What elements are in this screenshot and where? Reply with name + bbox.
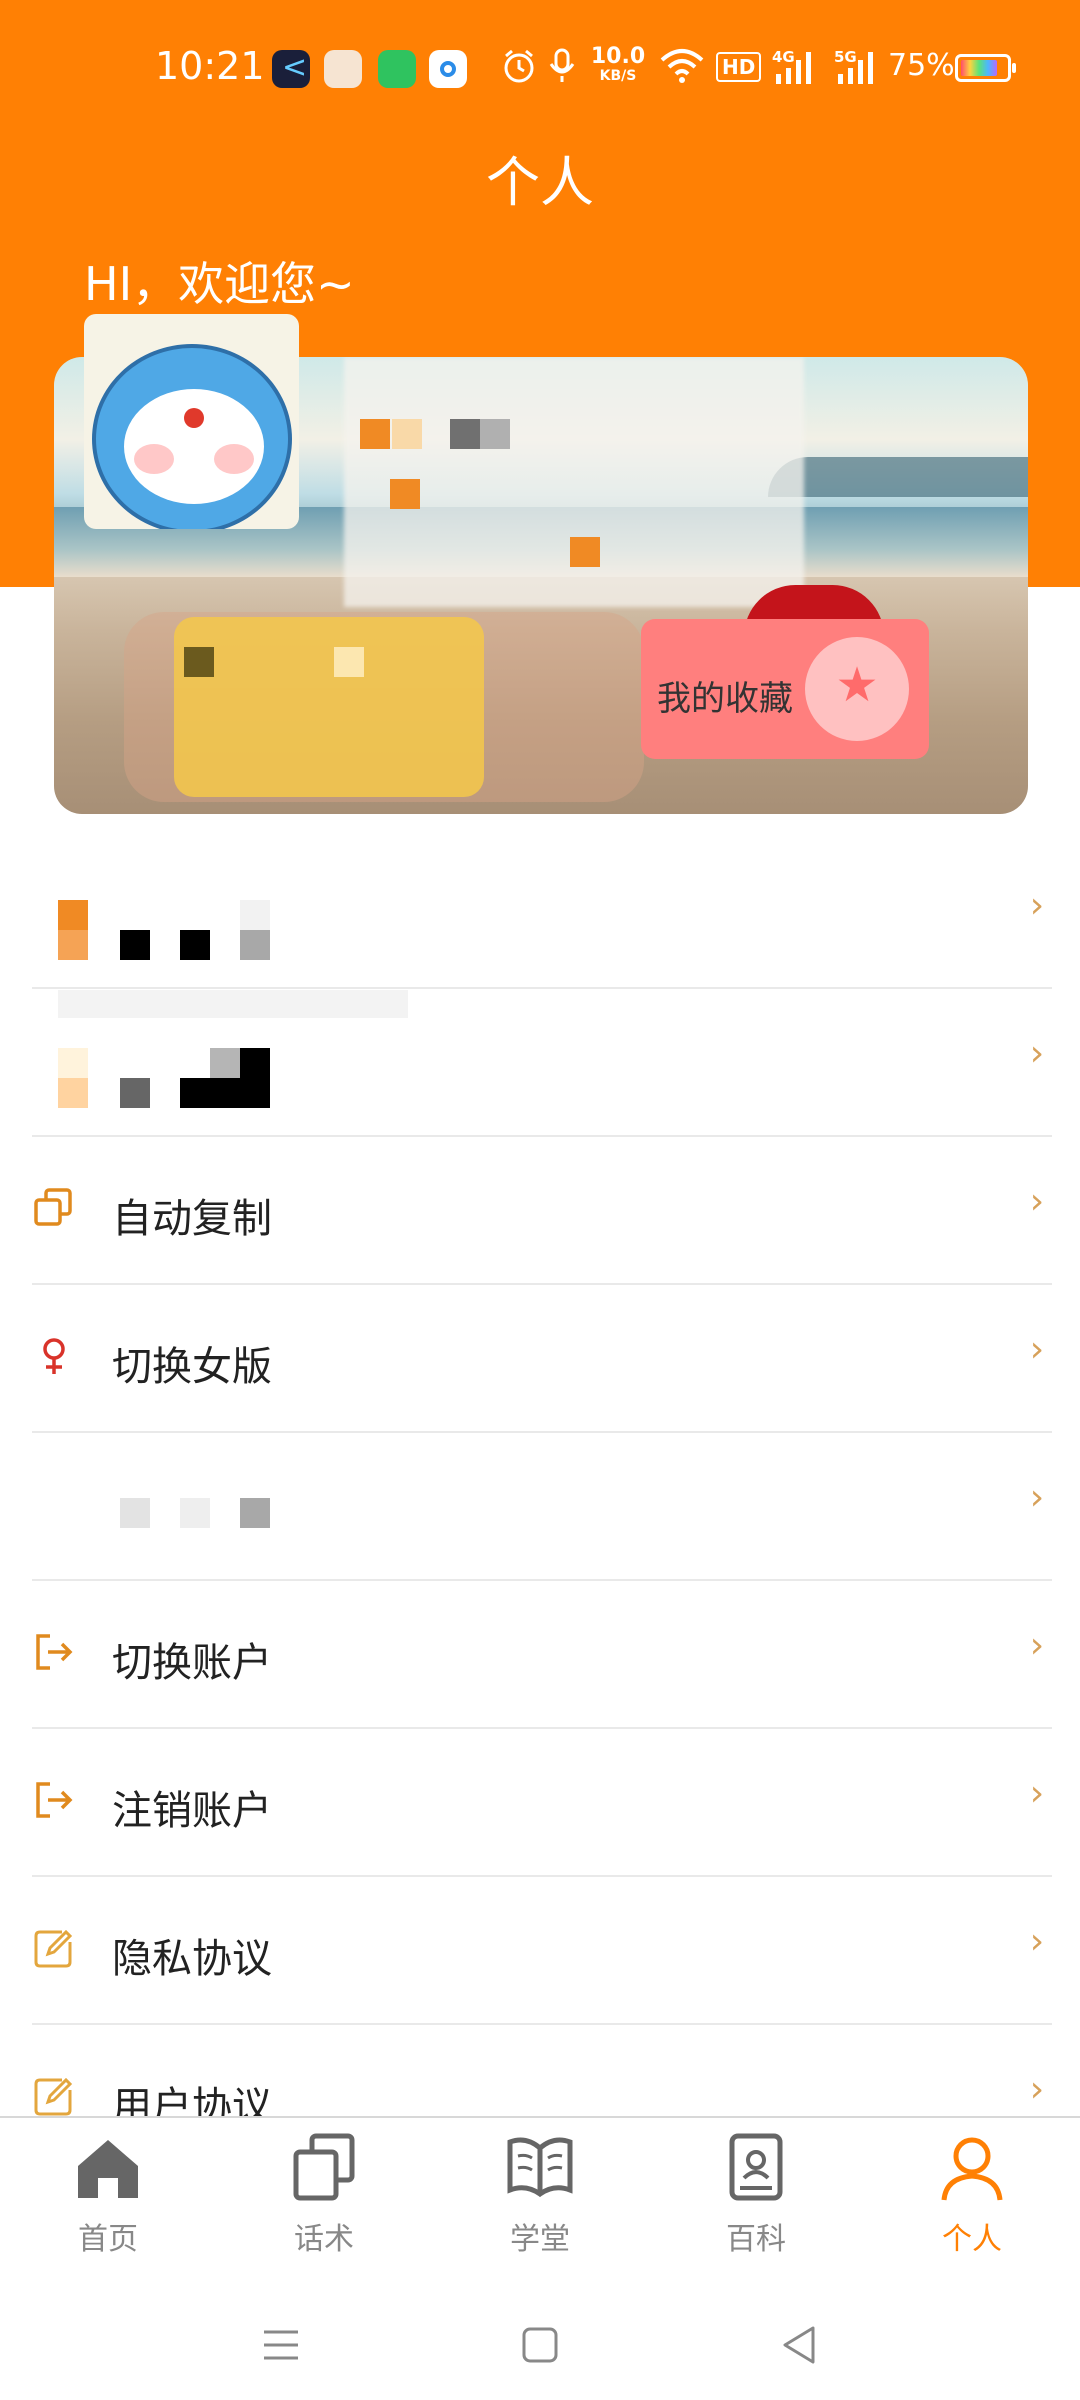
chevron-right-icon: › [1029, 1477, 1045, 1518]
greeting-text: HI，欢迎您~ [84, 257, 355, 311]
battery-icon [955, 54, 1016, 82]
menu-item-privacy-policy[interactable]: 隐私协议 › [32, 1876, 1052, 2023]
chevron-right-icon: › [1029, 1921, 1045, 1962]
signal-network-type: 4G [772, 48, 795, 66]
app-notification-icon [272, 50, 310, 88]
avatar[interactable] [84, 314, 299, 529]
app-notification-icon [429, 50, 467, 88]
home-icon [78, 2140, 138, 2198]
menu-item-auto-copy[interactable]: 自动复制 › [32, 1136, 1052, 1283]
menu-label: 隐私协议 [112, 1936, 272, 1982]
menu-item-switch-account[interactable]: 切换账户 › [32, 1580, 1052, 1727]
edit-icon [34, 1929, 73, 1968]
chevron-right-icon: › [1029, 2069, 1045, 2110]
menu-item-redacted-3[interactable]: › [32, 1432, 1052, 1579]
logout-icon [36, 1634, 73, 1670]
system-nav-bar [0, 2276, 1080, 2400]
status-bar: 10:21 10.0 KB/S HD 4G 5G [0, 0, 1080, 135]
menu-item-redacted-1[interactable]: › [32, 840, 1052, 987]
network-speed: 10.0 KB/S [590, 44, 646, 85]
network-speed-unit: KB/S [599, 68, 637, 84]
nav-item-scripts[interactable]: 话术 [244, 2132, 404, 2262]
signal-network-type: 5G [834, 48, 857, 66]
chevron-right-icon: › [1029, 885, 1045, 926]
menu-item-cancel-account[interactable]: 注销账户 › [32, 1728, 1052, 1875]
menu-icon[interactable] [256, 2320, 306, 2370]
alarm-icon [504, 49, 534, 83]
signal-icon: 4G [772, 48, 816, 84]
nav-label: 个人 [942, 2222, 1002, 2257]
nav-item-school[interactable]: 学堂 [460, 2132, 620, 2262]
profile-page: 10:21 10.0 KB/S HD 4G 5G [0, 0, 1080, 2400]
female-icon [43, 1338, 65, 1374]
redacted-badge [174, 617, 484, 797]
page-title: 个人 [486, 151, 594, 214]
encyclopedia-icon [729, 2133, 783, 2201]
signal-icon: 5G [834, 48, 878, 84]
nav-label: 百科 [726, 2222, 786, 2257]
status-time: 10:21 [155, 44, 265, 88]
nav-item-encyclopedia[interactable]: 百科 [676, 2132, 836, 2262]
network-speed-value: 10.0 [590, 44, 646, 69]
menu-label: 切换女版 [112, 1344, 272, 1390]
mic-icon [549, 48, 575, 82]
battery-percent: 75% [888, 48, 955, 83]
menu-item-switch-female[interactable]: 切换女版 › [32, 1284, 1052, 1431]
nav-item-home[interactable]: 首页 [28, 2132, 188, 2262]
copy-icon [293, 2133, 355, 2201]
chevron-right-icon: › [1029, 1329, 1045, 1370]
menu-label: 自动复制 [112, 1196, 272, 1242]
nav-label: 话术 [294, 2222, 354, 2257]
app-notification-icon [378, 50, 416, 88]
favorites-label: 我的收藏 [657, 679, 793, 719]
book-icon [507, 2137, 573, 2198]
bottom-nav: 首页 话术 学堂 百科 个人 [0, 2116, 1080, 2276]
nav-label: 学堂 [510, 2222, 570, 2257]
home-square-icon[interactable] [515, 2320, 565, 2370]
menu-label: 切换账户 [112, 1640, 272, 1686]
nav-label: 首页 [78, 2222, 138, 2257]
hd-badge: HD [716, 52, 762, 82]
star-icon: ★ [835, 657, 879, 713]
app-notification-icon [324, 50, 362, 88]
menu-label: 注销账户 [112, 1788, 272, 1834]
person-icon [941, 2137, 1003, 2201]
card-background-hill [768, 457, 1028, 497]
nav-item-profile[interactable]: 个人 [892, 2132, 1052, 2262]
menu-item-redacted-2[interactable]: › [32, 988, 1052, 1135]
edit-icon [34, 2077, 73, 2116]
chevron-right-icon: › [1029, 1773, 1045, 1814]
logout-icon [36, 1782, 73, 1818]
chevron-right-icon: › [1029, 1033, 1045, 1074]
copy-icon [34, 1188, 72, 1226]
back-icon[interactable] [775, 2320, 825, 2370]
favorites-button[interactable]: 我的收藏 ★ [641, 619, 929, 759]
chevron-right-icon: › [1029, 1625, 1045, 1666]
wifi-icon [660, 49, 704, 83]
chevron-right-icon: › [1029, 1181, 1045, 1222]
